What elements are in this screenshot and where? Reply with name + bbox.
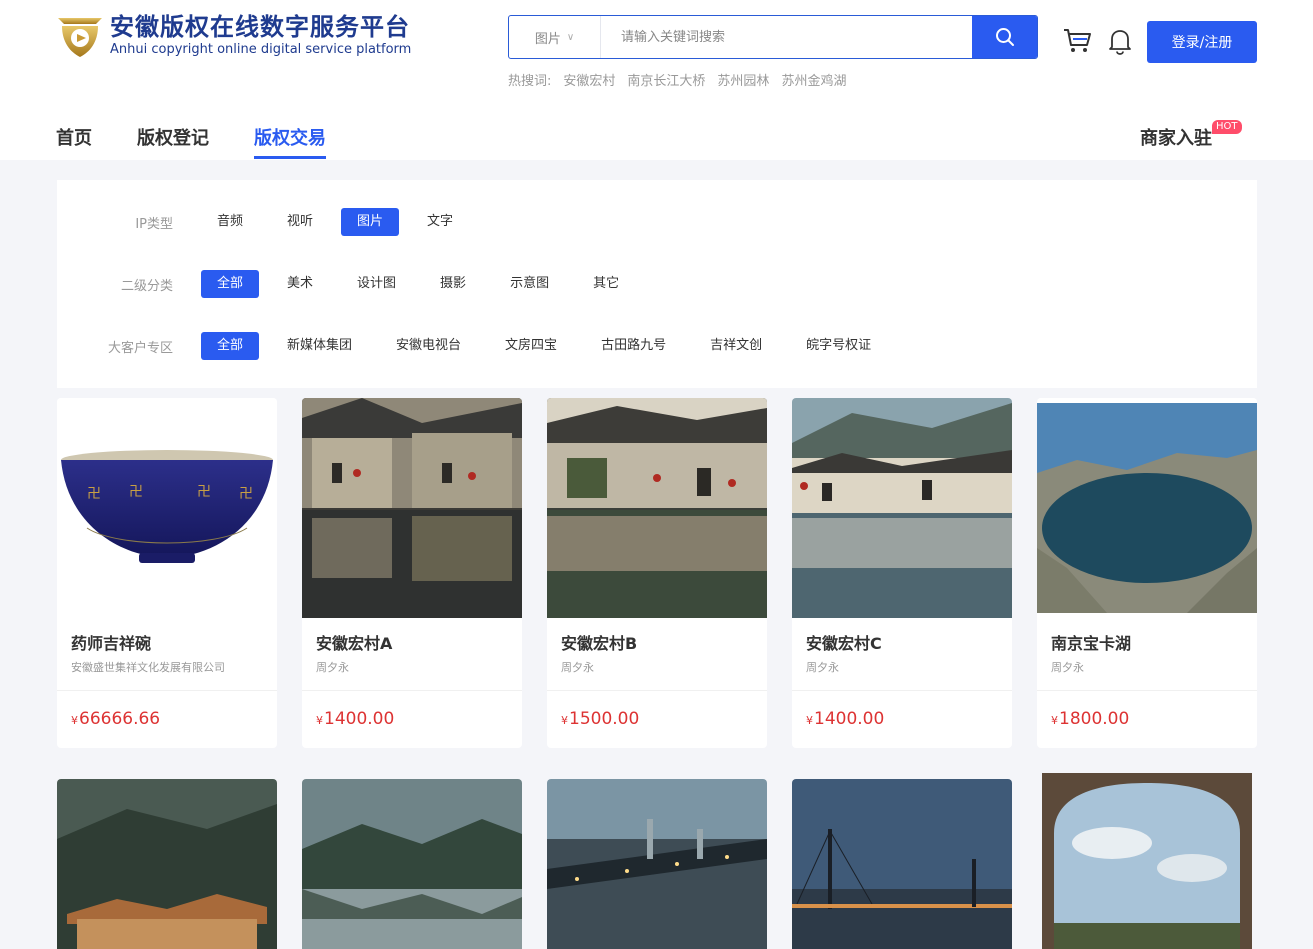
product-image-lake (1037, 398, 1257, 618)
card-divider (547, 690, 767, 691)
chevron-down-icon: ∨ (566, 31, 575, 43)
product-image-temple (57, 779, 277, 949)
filter-option-selected[interactable]: 图片 (341, 208, 400, 236)
svg-text:卍: 卍 (87, 486, 101, 502)
product-card[interactable]: 安徽宏村A 周夕永 ¥1400.00 (302, 398, 522, 748)
cart-icon[interactable] (1062, 25, 1092, 55)
shield-logo-icon (58, 18, 102, 57)
product-card[interactable] (547, 779, 767, 949)
product-author: 周夕永 (316, 661, 349, 674)
login-register-button[interactable]: 登录/注册 (1147, 21, 1257, 63)
filter-row-subcategory: 二级分类 全部 美术 设计图 摄影 示意图 其它 (57, 270, 647, 298)
card-divider (1037, 690, 1257, 691)
product-price: ¥1400.00 (316, 709, 395, 729)
filter-option[interactable]: 文字 (411, 208, 469, 236)
hot-search-label: 热搜词: (508, 74, 552, 89)
hot-badge: HOT (1212, 120, 1242, 134)
svg-text:卍: 卍 (129, 484, 143, 500)
product-card[interactable]: 安徽宏村B 周夕永 ¥1500.00 (547, 398, 767, 748)
main-nav: 首页 版权登记 版权交易 (56, 124, 371, 159)
product-image-bowl: 卍 卍 卍 卍 (57, 398, 277, 618)
product-card[interactable]: 安徽宏村C 周夕永 ¥1400.00 (792, 398, 1012, 748)
product-image-village (302, 398, 522, 618)
product-price: ¥1400.00 (806, 709, 885, 729)
search-bar: 图片 ∨ (508, 15, 1038, 59)
product-card[interactable] (302, 779, 522, 949)
hot-term[interactable]: 苏州金鸡湖 (781, 70, 846, 89)
product-card[interactable]: 卍 卍 卍 卍 药师吉祥碗 安徽盛世集祥文化发展有限公司 ¥66666.66 (57, 398, 277, 748)
product-author: 周夕永 (1051, 661, 1084, 674)
product-card[interactable] (792, 779, 1012, 949)
filter-option[interactable]: 设计图 (341, 270, 412, 298)
bell-icon[interactable] (1107, 27, 1133, 55)
product-image-arch-view (1042, 773, 1252, 949)
hot-search-terms: 热搜词: 安徽宏村 南京长江大桥 苏州园林 苏州金鸡湖 (508, 70, 858, 89)
filter-option[interactable]: 古田路九号 (585, 332, 682, 360)
card-divider (792, 690, 1012, 691)
filter-option-selected[interactable]: 全部 (201, 270, 260, 298)
header: 安徽版权在线数字服务平台 Anhui copyright online digi… (0, 0, 1313, 160)
nav-item-registration[interactable]: 版权登记 (137, 124, 209, 159)
product-author: 安徽盛世集祥文化发展有限公司 (71, 661, 225, 674)
product-price: ¥1500.00 (561, 709, 640, 729)
filter-row-major-clients: 大客户专区 全部 新媒体集团 安徽电视台 文房四宝 古田路九号 吉祥文创 皖字号… (57, 332, 899, 360)
product-card[interactable] (1037, 773, 1257, 949)
filter-option[interactable]: 音频 (201, 208, 259, 236)
product-price: ¥1800.00 (1051, 709, 1130, 729)
product-title: 安徽宏村B (561, 634, 638, 653)
product-title: 安徽宏村C (806, 634, 882, 653)
product-price: ¥66666.66 (71, 709, 161, 729)
product-image-village (792, 398, 1012, 618)
product-card[interactable]: 南京宝卡湖 周夕永 ¥1800.00 (1037, 398, 1257, 748)
product-image-bridge-night (547, 779, 767, 949)
search-type-select[interactable]: 图片 ∨ (509, 16, 601, 58)
merchant-join-link[interactable]: 商家入驻 (1140, 124, 1212, 150)
product-title: 安徽宏村A (316, 634, 393, 653)
product-title: 药师吉祥碗 (71, 634, 152, 653)
product-card[interactable] (57, 779, 277, 949)
filter-option[interactable]: 其它 (577, 270, 635, 298)
svg-text:卍: 卍 (239, 486, 253, 502)
search-icon (995, 28, 1014, 46)
filter-label: 大客户专区 (107, 340, 173, 356)
nav-item-trading[interactable]: 版权交易 (254, 124, 326, 159)
product-image-village (547, 398, 767, 618)
product-author: 周夕永 (561, 661, 594, 674)
product-image-mountain-lake (302, 779, 522, 949)
filter-option[interactable]: 示意图 (494, 270, 565, 298)
filter-option[interactable]: 视听 (271, 208, 329, 236)
filter-option-selected[interactable]: 全部 (201, 332, 260, 360)
filter-option[interactable]: 美术 (271, 270, 329, 298)
logo-subtitle: Anhui copyright online digital service p… (110, 42, 412, 57)
hot-term[interactable]: 苏州园林 (717, 70, 769, 89)
filter-row-ip-type: IP类型 音频 视听 图片 文字 (57, 208, 481, 236)
card-divider (57, 690, 277, 691)
nav-item-home[interactable]: 首页 (56, 124, 92, 159)
product-image-cable-bridge (792, 779, 1012, 949)
filter-label: IP类型 (135, 216, 173, 232)
logo-title: 安徽版权在线数字服务平台 (110, 13, 410, 41)
filter-option[interactable]: 摄影 (424, 270, 482, 298)
product-title: 南京宝卡湖 (1051, 634, 1132, 653)
filter-label: 二级分类 (120, 278, 173, 294)
hot-term[interactable]: 安徽宏村 (563, 70, 615, 89)
filter-option[interactable]: 新媒体集团 (271, 332, 368, 360)
filter-option[interactable]: 安徽电视台 (380, 332, 477, 360)
filter-option[interactable]: 吉祥文创 (694, 332, 778, 360)
product-author: 周夕永 (806, 661, 839, 674)
filter-option[interactable]: 文房四宝 (489, 332, 573, 360)
card-divider (302, 690, 522, 691)
search-button[interactable] (972, 16, 1037, 58)
hot-term[interactable]: 南京长江大桥 (627, 70, 705, 89)
filter-option[interactable]: 皖字号权证 (790, 332, 887, 360)
svg-text:卍: 卍 (197, 484, 211, 500)
filter-panel: IP类型 音频 视听 图片 文字 二级分类 全部 美术 设计图 摄影 示意图 其… (57, 180, 1257, 388)
search-type-value: 图片 (534, 31, 561, 47)
site-logo[interactable]: 安徽版权在线数字服务平台 Anhui copyright online digi… (56, 12, 411, 58)
search-input[interactable] (601, 16, 972, 58)
